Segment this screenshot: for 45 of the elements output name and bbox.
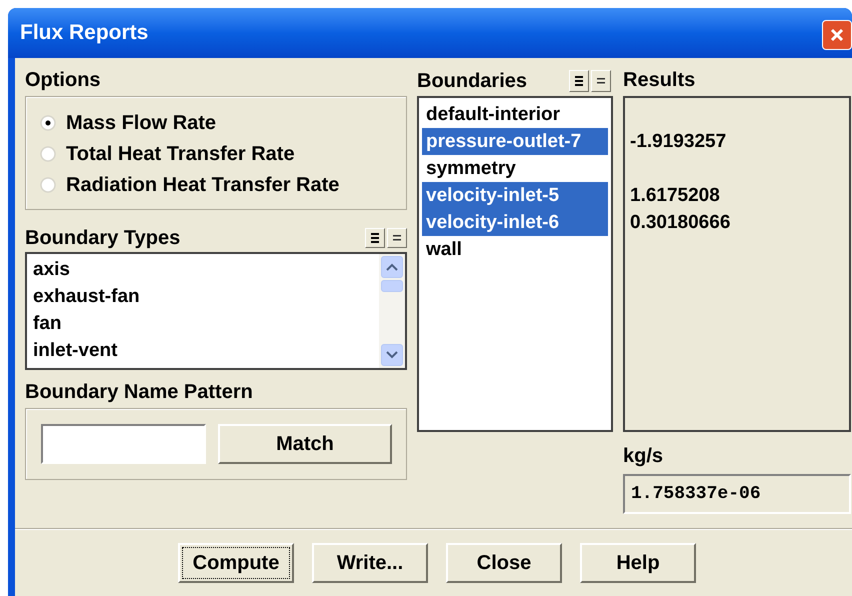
scroll-up-button[interactable] [381, 256, 403, 278]
section-label: Options [25, 68, 102, 93]
section-label: Boundaries [417, 69, 528, 94]
select-all-button[interactable] [569, 70, 589, 92]
section-label: Boundary Types [25, 226, 180, 251]
dialog-button[interactable]: Help [580, 543, 696, 583]
section-label: Boundary Name Pattern [25, 380, 254, 405]
net-result-field: 1.758337e-06 [623, 474, 851, 514]
radio-label: Radiation Heat Transfer Rate [66, 172, 340, 198]
unit-label: kg/s [623, 444, 664, 469]
scroll-thumb[interactable] [381, 280, 403, 292]
close-icon [829, 27, 845, 43]
list-item[interactable]: default-interior [422, 101, 608, 128]
lines-icon [574, 75, 584, 87]
radio-button[interactable] [40, 146, 56, 162]
radio-label: Mass Flow Rate [66, 110, 216, 136]
match-button[interactable]: Match [218, 424, 392, 464]
list-item[interactable]: fan [33, 310, 379, 337]
select-all-button[interactable] [365, 228, 385, 248]
dialog-button[interactable]: Write... [312, 543, 428, 583]
scroll-down-button[interactable] [381, 344, 403, 366]
pattern-input-field[interactable] [41, 424, 206, 464]
section-label: Results [623, 68, 696, 93]
list-item[interactable]: axis [33, 256, 379, 283]
result-value: -1.9193257 [630, 131, 726, 152]
list-item[interactable]: exhaust-fan [33, 283, 379, 310]
deselect-all-button[interactable] [387, 228, 407, 248]
result-value: 0.30180666 [630, 212, 730, 233]
list-item[interactable]: wall [422, 236, 608, 263]
radio-button[interactable] [40, 114, 56, 130]
list-item[interactable]: velocity-inlet-6 [422, 209, 608, 236]
lines-icon [370, 232, 380, 244]
scrollbar[interactable] [379, 254, 405, 368]
radio-button[interactable] [40, 176, 56, 192]
close-button[interactable] [822, 20, 852, 50]
list-item[interactable]: inlet-vent [33, 337, 379, 364]
dialog-button[interactable]: Compute [178, 543, 294, 583]
dialog-button[interactable]: Close [446, 543, 562, 583]
result-value: 1.6175208 [630, 185, 720, 206]
window-title: Flux Reports [20, 20, 148, 46]
list-item[interactable]: velocity-inlet-5 [422, 182, 608, 209]
list-item[interactable]: pressure-outlet-7 [422, 128, 608, 155]
radio-label: Total Heat Transfer Rate [66, 142, 295, 166]
list-item[interactable]: symmetry [422, 155, 608, 182]
deselect-all-button[interactable] [591, 70, 611, 92]
